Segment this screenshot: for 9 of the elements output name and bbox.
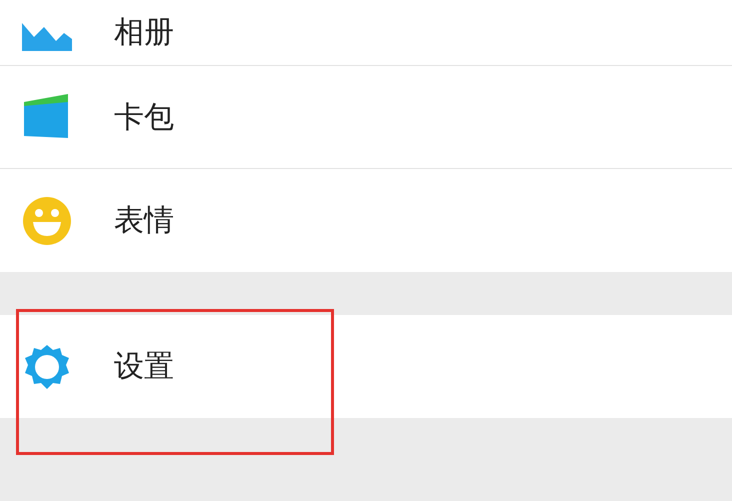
smiley-icon bbox=[22, 196, 72, 246]
menu-label: 设置 bbox=[114, 348, 174, 386]
menu-label: 相册 bbox=[114, 14, 174, 52]
menu-item[interactable]: 卡包 bbox=[0, 66, 732, 169]
menu-label: 卡包 bbox=[114, 98, 174, 136]
menu-item[interactable]: 相册 bbox=[0, 0, 732, 66]
menu-item[interactable]: 表情 bbox=[0, 169, 732, 272]
menu-label: 表情 bbox=[114, 202, 174, 240]
menu-item[interactable]: 设置 bbox=[0, 315, 732, 418]
